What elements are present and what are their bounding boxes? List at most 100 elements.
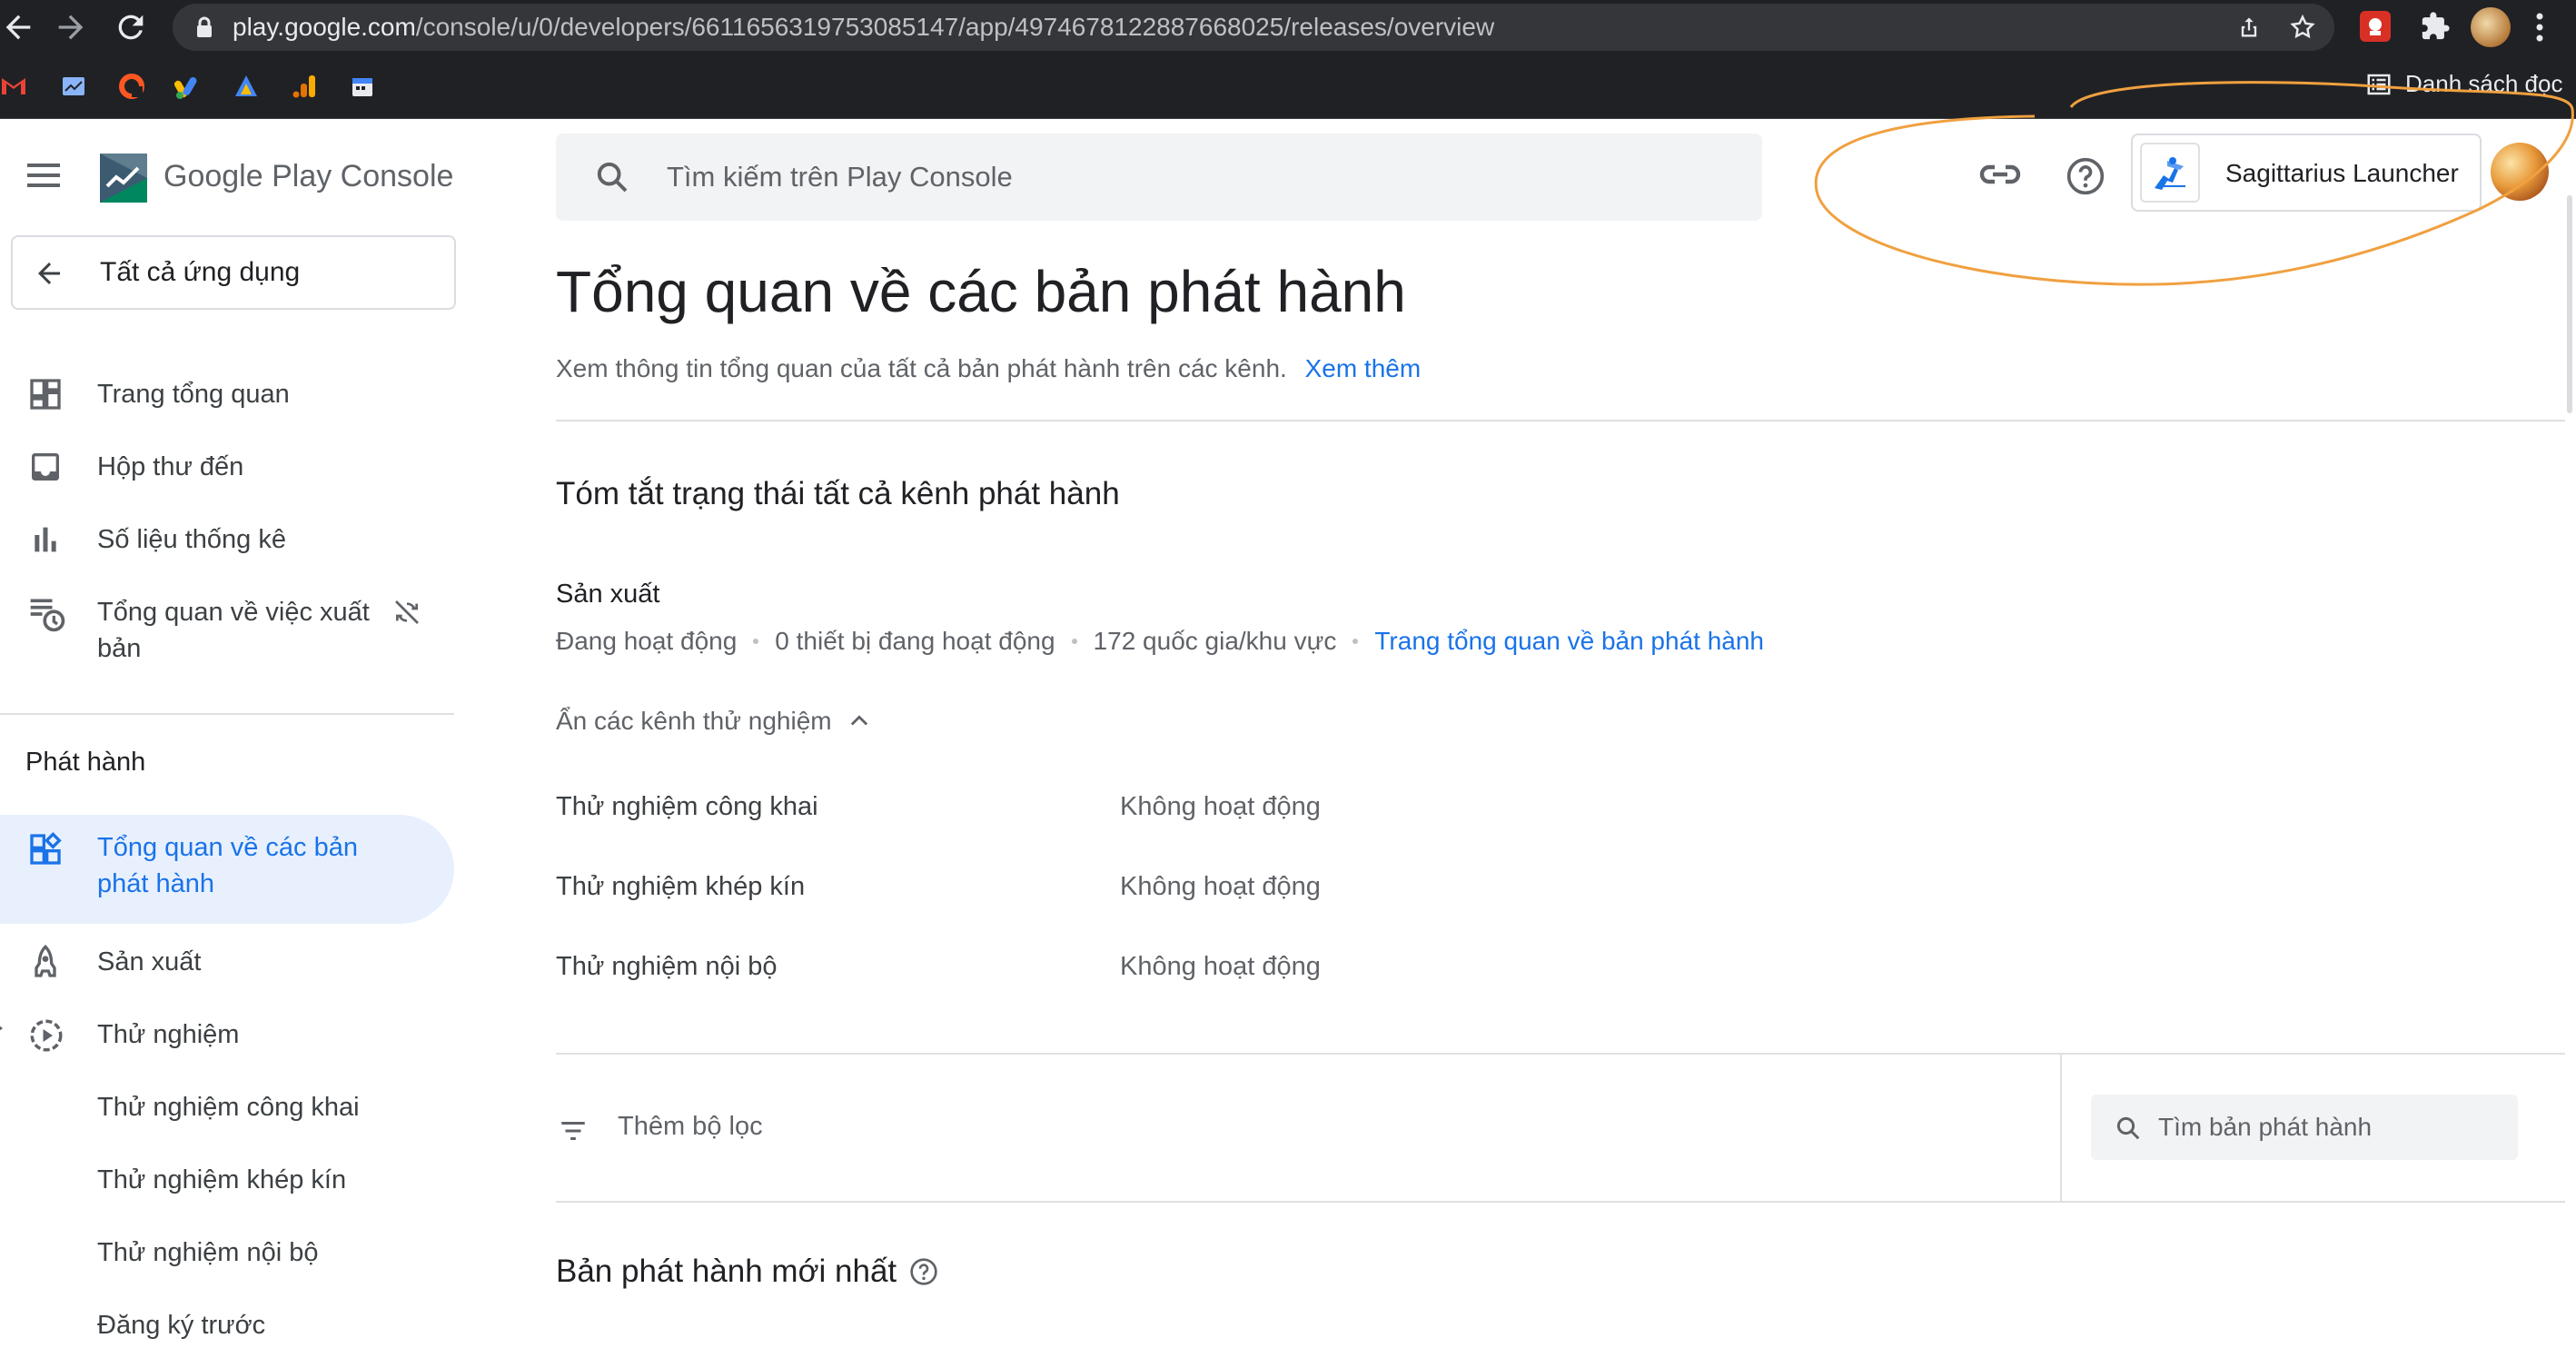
subtitle-text: Xem thông tin tổng quan của tất cả bản p… [556,354,1287,382]
release-dashboard-link[interactable]: Trang tổng quan về bản phát hành [1374,627,1764,656]
track-name: Thử nghiệm công khai [556,792,818,821]
add-filter-button[interactable]: Thêm bộ lọc [618,1112,763,1142]
extension-red-icon[interactable] [2360,11,2391,42]
play-console-logo-icon[interactable] [96,150,151,206]
production-devices: 0 thiết bị đang hoạt động [775,627,1055,655]
production-status-line: Đang hoạt động 0 thiết bị đang hoạt động… [556,627,1764,656]
sidebar-item-inbox[interactable]: Hộp thư đến [0,445,454,500]
browser-profile-avatar[interactable] [2471,7,2511,47]
play-console-logo-text[interactable]: Google Play Console [163,159,453,194]
latest-releases-heading: Bản phát hành mới nhất [556,1254,938,1290]
help-icon[interactable] [909,1257,938,1286]
publishing-icon [27,594,67,634]
track-name: Thử nghiệm khép kín [556,872,806,901]
sidebar-item-pre-registration[interactable]: Đăng ký trước [0,1303,454,1358]
sidebar-item-label: Tổng quan về các bản [97,833,358,862]
back-arrow-icon [33,257,65,290]
latest-releases-title: Bản phát hành mới nhất [556,1254,897,1289]
sidebar-item-production[interactable]: Sản xuất [0,940,454,995]
ads-icon[interactable] [233,73,260,100]
sidebar-item-release-overview[interactable]: Tổng quan về các bản phát hành [0,815,454,924]
forward-arrow-icon[interactable] [53,9,89,45]
bar-chart-icon [27,521,64,558]
lock-icon[interactable] [194,16,214,38]
sidebar: Google Play Console Tất cả ứng dụng Tran… [0,119,456,1340]
filter-bar: Thêm bộ lọc Tìm bản phát hành [556,1054,2565,1203]
sidebar-item-label: Đăng ký trước [97,1311,266,1340]
separator-dot [1071,639,1077,644]
hide-testing-tracks-toggle[interactable]: Ẩn các kênh thử nghiệm [556,707,872,736]
annotation-circle-drawing [1814,81,2574,286]
learn-more-link[interactable]: Xem thêm [1305,354,1422,382]
sidebar-item-statistics[interactable]: Số liệu thống kê [0,518,454,572]
page-subtitle: Xem thông tin tổng quan của tất cả bản p… [556,354,1421,383]
search-icon [2115,1115,2142,1142]
inbox-icon [27,449,64,485]
page-title: Tổng quan về các bản phát hành [556,259,1406,324]
sidebar-item-label-line2: bản [97,634,142,663]
release-search-input[interactable]: Tìm bản phát hành [2091,1095,2518,1160]
sidebar-item-label: Số liệu thống kê [97,525,286,554]
bookmark-star-icon[interactable] [2289,14,2316,41]
scrollbar-thumb[interactable] [2567,195,2572,413]
track-status: Không hoạt động [1120,872,1321,901]
back-arrow-icon[interactable] [0,9,36,45]
sidebar-item-dashboard[interactable]: Trang tổng quan [0,372,454,427]
analytics-bars-icon[interactable] [291,73,318,100]
sidebar-item-internal-testing[interactable]: Thử nghiệm nội bộ [0,1231,454,1285]
calendar-icon[interactable] [349,73,376,100]
browser-toolbar: play.google.com/console/u/0/developers/6… [0,0,2576,55]
production-countries: 172 quốc gia/khu vực [1093,627,1337,655]
separator-dot [753,639,759,644]
gmail-icon[interactable] [0,73,27,100]
sidebar-item-label: Thử nghiệm [97,1020,240,1049]
track-status: Không hoạt động [1120,952,1321,981]
all-apps-button[interactable]: Tất cả ứng dụng [11,235,456,310]
address-bar[interactable]: play.google.com/console/u/0/developers/6… [173,4,2334,51]
sidebar-section-title: Phát hành [25,748,146,777]
all-apps-label: Tất cả ứng dụng [100,257,301,287]
filter-bottom-divider [556,1201,2565,1203]
sidebar-item-publishing-overview[interactable]: Tổng quan về việc xuất bản [0,590,454,678]
toggle-label: Ẩn các kênh thử nghiệm [556,707,832,735]
sidebar-item-label: Trang tổng quan [97,380,290,409]
sidebar-item-testing[interactable]: Thử nghiệm [0,1013,454,1067]
hamburger-menu-icon[interactable] [25,162,62,189]
analytics-icon[interactable] [60,73,87,100]
chevron-up-icon [850,715,867,726]
sidebar-item-label: Sản xuất [97,947,202,976]
browser-menu-icon[interactable] [2531,9,2549,45]
sidebar-item-open-testing[interactable]: Thử nghiệm công khai [0,1085,454,1140]
reload-icon[interactable] [113,9,149,45]
dashboard-icon [27,376,64,412]
search-icon [594,159,630,195]
sidebar-item-label: Thử nghiệm khép kín [97,1165,347,1194]
release-overview-icon [27,831,64,867]
sidebar-item-label: Thử nghiệm công khai [97,1093,360,1122]
sidebar-item-closed-testing[interactable]: Thử nghiệm khép kín [0,1158,454,1213]
sidebar-divider [0,713,454,715]
red-logo-icon[interactable] [118,73,145,100]
production-status: Đang hoạt động [556,627,738,655]
search-placeholder: Tìm kiếm trên Play Console [667,161,1013,193]
google-ads-icon[interactable] [174,73,202,100]
sidebar-item-label: Tổng quan về việc xuất [97,598,370,627]
filter-divider [2060,1054,2062,1203]
collapse-caret-icon[interactable] [0,1022,5,1035]
extensions-puzzle-icon[interactable] [2420,11,2451,42]
filter-icon[interactable] [558,1115,589,1146]
production-icon [27,944,64,980]
summary-heading: Tóm tắt trạng thái tất cả kênh phát hành [556,476,1120,511]
section-divider [556,420,2565,421]
url-text[interactable]: play.google.com/console/u/0/developers/6… [233,4,1494,51]
sidebar-item-label: Thử nghiệm nội bộ [97,1238,319,1267]
console-search-input[interactable]: Tìm kiếm trên Play Console [556,134,1762,221]
sidebar-item-label: Hộp thư đến [97,452,244,481]
production-label: Sản xuất [556,580,660,609]
track-status: Không hoạt động [1120,792,1321,821]
share-icon[interactable] [2236,15,2262,40]
testing-icon [27,1016,65,1055]
release-search-placeholder: Tìm bản phát hành [2158,1113,2373,1141]
sidebar-item-label-line2: phát hành [97,869,215,898]
sync-off-icon [392,598,421,627]
